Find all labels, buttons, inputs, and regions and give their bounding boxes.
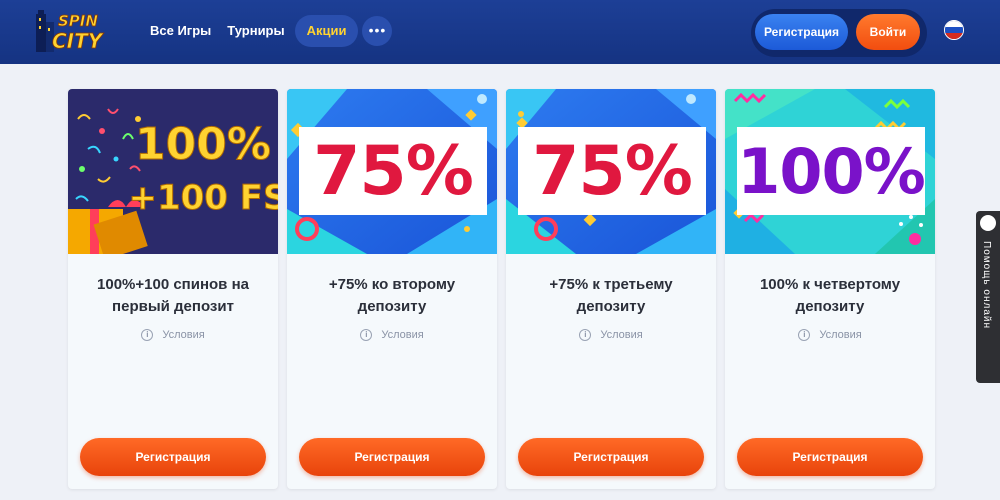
main-nav: Все Игры Турниры Акции ••• — [144, 14, 393, 48]
promo-percent-label: 100% — [737, 135, 926, 208]
promo-image-headline: 100% — [135, 119, 271, 170]
promo-title: 100% к четвертому депозиту — [735, 274, 925, 318]
nav-promotions[interactable]: Акции — [294, 15, 359, 47]
promo-card: 100% 100% к четвертому депозиту i Услови… — [725, 89, 935, 489]
info-icon: i — [579, 329, 592, 341]
more-menu-button[interactable]: ••• — [362, 16, 393, 46]
promo-title-line: первый депозит — [112, 298, 234, 315]
terms-label: Условия — [381, 329, 424, 341]
promo-title: +75% к третьему депозиту — [516, 274, 706, 318]
promo-title-line: +75% ко второму — [328, 276, 456, 293]
spin-city-logo[interactable]: SPIN CITY — [34, 4, 118, 56]
promo-register-button[interactable]: Регистрация — [518, 438, 704, 476]
header-login-button[interactable]: Войти — [856, 14, 920, 50]
terms-link[interactable]: i Условия — [725, 329, 935, 341]
info-icon: i — [798, 329, 811, 341]
nav-tournaments[interactable]: Турниры — [221, 15, 290, 47]
promo-percent-label: 75% — [532, 132, 693, 211]
promo-card: 100% +100 FS 100%+100 спинов на первый д… — [68, 89, 278, 489]
promo-title-line: депозиту — [576, 298, 646, 315]
promo-card: 75% +75% ко второму депозиту i Условия Р… — [287, 89, 497, 489]
chat-icon — [980, 215, 996, 231]
promo-title: 100%+100 спинов на первый депозит — [78, 274, 268, 318]
promo-image-subline: +100 FS — [128, 178, 278, 218]
promo-title-line: 100% к четвертому — [759, 276, 901, 293]
site-header: SPIN CITY Все Игры Турниры Акции ••• Рег… — [0, 0, 1000, 64]
terms-label: Условия — [600, 329, 643, 341]
promo-title-line: депозиту — [357, 298, 427, 315]
terms-label: Условия — [819, 329, 862, 341]
promo-percent-label: 75% — [313, 132, 474, 211]
promo-register-button[interactable]: Регистрация — [299, 438, 485, 476]
terms-label: Условия — [162, 329, 205, 341]
promo-title-line: 100%+100 спинов на — [97, 276, 249, 293]
logo-text-top: SPIN — [58, 12, 98, 30]
terms-link[interactable]: i Условия — [506, 329, 716, 341]
info-icon: i — [141, 329, 154, 341]
promo-title-line: депозиту — [795, 298, 865, 315]
logo-text-bottom: CITY — [52, 29, 105, 53]
online-help-label: Помощь онлайн — [981, 241, 992, 329]
promo-register-button[interactable]: Регистрация — [80, 438, 266, 476]
terms-link[interactable]: i Условия — [287, 329, 497, 341]
promo-title: +75% ко второму депозиту — [297, 274, 487, 318]
promo-card: 75% +75% к третьему депозиту i Условия Р… — [506, 89, 716, 489]
nav-all-games[interactable]: Все Игры — [144, 15, 217, 47]
russian-flag-icon[interactable] — [944, 20, 964, 40]
promo-register-button[interactable]: Регистрация — [737, 438, 923, 476]
online-help-tab[interactable]: Помощь онлайн — [976, 211, 1000, 383]
header-register-button[interactable]: Регистрация — [755, 14, 848, 50]
promo-title-line: +75% к третьему — [549, 276, 673, 293]
promo-image: 100% +100 FS — [68, 89, 278, 254]
info-icon: i — [360, 329, 373, 341]
terms-link[interactable]: i Условия — [68, 329, 278, 341]
